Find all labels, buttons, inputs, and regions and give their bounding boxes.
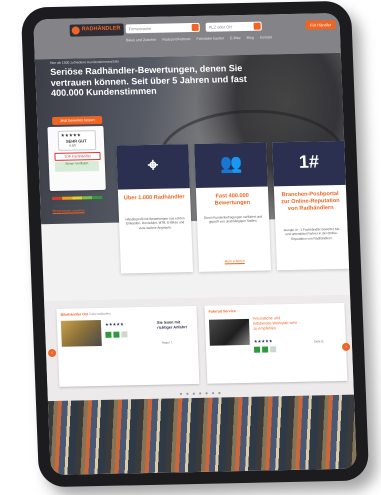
scale-segment: [52, 196, 63, 200]
scale-link[interactable]: Bewertungen ansehen: [53, 208, 85, 213]
location-search-icon[interactable]: [253, 22, 261, 30]
feature-text: Google 4+, 1 Fachhändler bewertet Sie un…: [283, 226, 340, 241]
score-square: [113, 331, 120, 338]
search-location-input[interactable]: PLZ oder Ort: [205, 21, 262, 32]
carousel-next-icon[interactable]: ›: [341, 342, 351, 351]
score-square: [253, 346, 261, 353]
feature-header: 👥: [194, 142, 268, 188]
feature-title: Über 1.000 Radhändler: [123, 194, 185, 202]
main-nav: Bikes und Zubehör Radsport/Fahrrad Fahrr…: [126, 35, 272, 42]
review-dealer-name: Bikehändler Ost Fahrradladen: [60, 311, 111, 317]
scale-segment: [62, 196, 73, 200]
top-navigation: RADHÄNDLER Firmenname PLZ oder Ort Für H…: [33, 12, 341, 60]
site-logo[interactable]: RADHÄNDLER: [69, 23, 124, 37]
rating-score: 4,8/5: [69, 143, 77, 148]
review-card[interactable]: Fahrrad Service Freundliche und hilfsber…: [204, 302, 348, 384]
review-dealer-name: Fahrrad Service: [208, 309, 236, 314]
feature-card-dealers: ⌖ Über 1.000 Radhändler Händlerprofil mi…: [116, 144, 194, 274]
scale-label: Qualität des Händlers: [54, 203, 86, 208]
review-stars: ★★★★★: [253, 338, 273, 344]
dealer-photo: [60, 319, 102, 347]
review-quote: Freundliche und hilfsbereite Werkstatt s…: [252, 316, 297, 331]
hero-subline: Hier ab 1500 zufriedene Kundenstimmen/Ja…: [49, 59, 120, 66]
scale-segment: [72, 196, 83, 200]
score-square: [121, 331, 128, 338]
logo-icon: [71, 26, 80, 35]
score-square: [105, 331, 112, 338]
top-dealer-badge: TOP Fachhändler: [54, 151, 101, 161]
feature-title: Branchen-Posbportal zur Online-Reputatio…: [281, 190, 340, 213]
scale-segment: [82, 196, 93, 200]
carousel-prev-icon[interactable]: ‹: [47, 348, 57, 358]
feature-text: Händlerprofil mit Bewertungen aus echten…: [125, 216, 185, 230]
rating-badge: ★★★★★ SEHR GUT 4,8/5: [57, 130, 97, 151]
dealer-cta-button[interactable]: Für Händler: [305, 20, 336, 30]
dealer-photo: [208, 318, 250, 346]
reviews-carousel: ‹ Bikehändler Ost Fahrradladen ★★★★★ Sie…: [44, 294, 354, 402]
hero-cta-button[interactable]: Jetzt bewerten lassen: [52, 115, 103, 125]
nav-item[interactable]: Radsport/Fahrrad: [162, 37, 190, 42]
feature-card-portal: 1# Branchen-Posbportal zur Online-Reputa…: [272, 140, 350, 271]
bike-shop-photo: [47, 394, 357, 476]
rating-widget[interactable]: ★★★★★ SEHR GUT 4,8/5 TOP Fachhändler Sic…: [47, 125, 106, 192]
nav-item[interactable]: E-Bike: [230, 36, 241, 40]
feature-text: Durch Kundenbefragungen verifiziert und …: [203, 214, 263, 225]
feature-card-reviews: 👥 Fast 400.000 Bewertungen Durch Kundenb…: [194, 142, 272, 272]
scale-segment: [92, 195, 103, 200]
score-square: [269, 346, 277, 353]
review-quote: Sie lesen mit richtiger Anfahrt: [156, 320, 187, 330]
feature-header: ⌖: [116, 144, 190, 190]
map-pin-icon: ⌖: [147, 154, 159, 175]
feature-header: 1#: [272, 140, 346, 187]
nav-item[interactable]: Kontakt: [260, 35, 272, 39]
hero-title: Seriöse Radhändler-Bewertungen, denen Si…: [50, 63, 247, 99]
feature-link[interactable]: Mehr erfahren: [199, 258, 271, 264]
nav-item[interactable]: Bikes und Zubehör: [126, 38, 156, 43]
nav-item[interactable]: Fahrräder kaufen: [196, 36, 224, 41]
search-icon[interactable]: [191, 23, 199, 32]
feature-title: Fast 400.000 Bewertungen: [214, 192, 251, 207]
search-name-input[interactable]: Firmenname: [125, 22, 200, 34]
verified-badge: Sicher Verifiziert: [54, 161, 100, 172]
tablet-device: RADHÄNDLER Firmenname PLZ oder Ort Für H…: [20, 0, 370, 488]
review-author: Radel T.: [161, 340, 173, 345]
review-author: Seite B.: [313, 339, 325, 344]
score-square: [261, 346, 269, 353]
users-icon: 👥: [219, 153, 243, 174]
number-one-icon: 1#: [298, 151, 320, 172]
logo-text: RADHÄNDLER: [81, 25, 121, 33]
tablet-screen: RADHÄNDLER Firmenname PLZ oder Ort Für H…: [33, 12, 357, 476]
review-card[interactable]: Bikehändler Ost Fahrradladen ★★★★★ Sie l…: [56, 305, 200, 387]
review-stars: ★★★★★: [104, 321, 124, 327]
nav-item[interactable]: Blog: [247, 36, 254, 40]
